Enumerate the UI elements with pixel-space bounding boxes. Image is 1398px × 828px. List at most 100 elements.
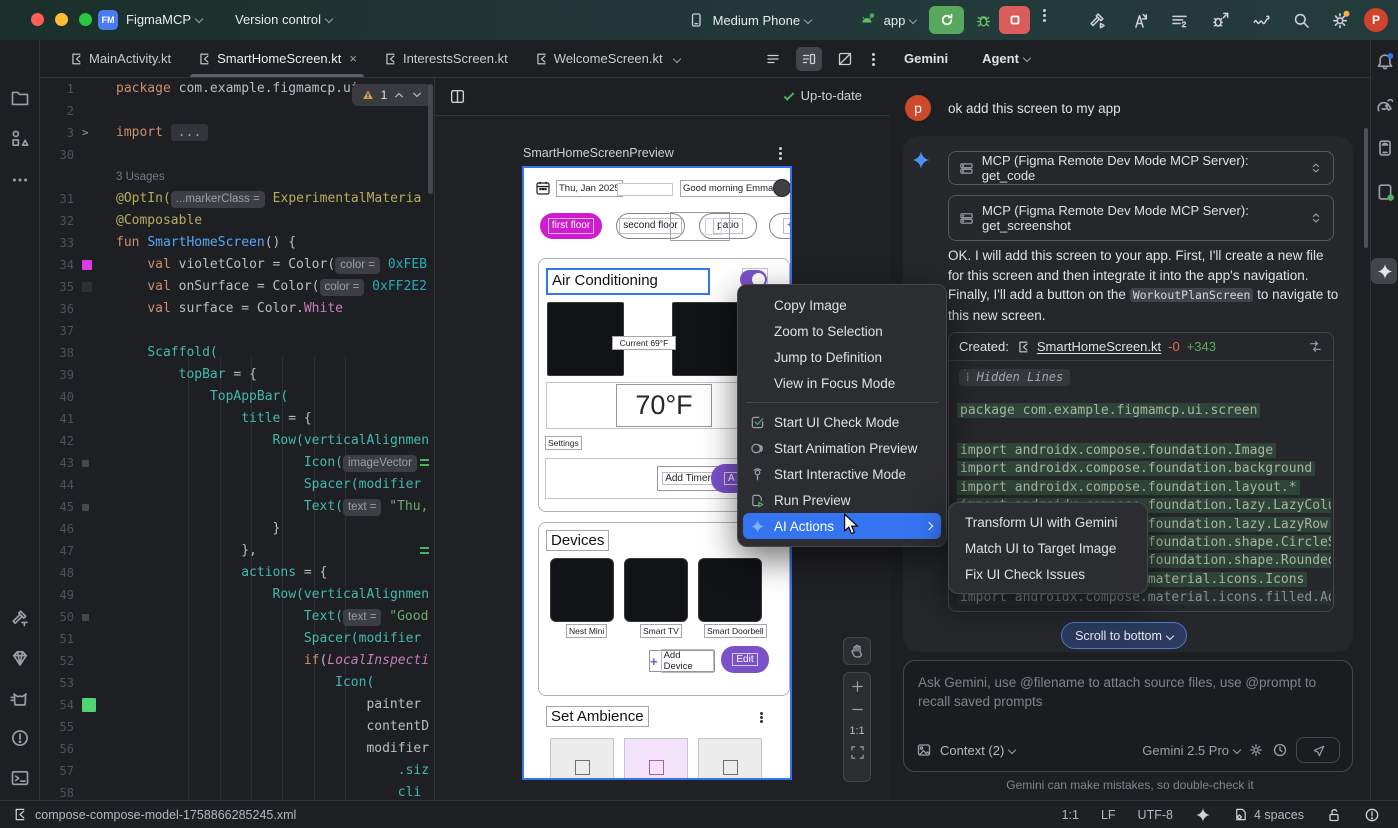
add-device-button[interactable]: +Add Device (649, 650, 715, 672)
fold-arrow-icon[interactable]: > (74, 122, 116, 144)
vcs-menu[interactable]: Version control (235, 12, 332, 27)
chip-add[interactable]: + (769, 213, 792, 239)
tab-interestsscreen[interactable]: InterestsScreen.kt (370, 40, 521, 77)
open-diff-icon[interactable] (1308, 339, 1323, 354)
tab-smarthomescreen[interactable]: SmartHomeScreen.kt × (184, 40, 370, 77)
commit-icon[interactable] (10, 128, 30, 148)
logcat-icon[interactable] (10, 688, 30, 708)
code-editor[interactable]: 1package com.example.figmamcp.ui23>impor… (40, 78, 434, 800)
settings-label[interactable]: Settings (545, 436, 582, 450)
project-folder-icon[interactable] (10, 88, 30, 108)
pan-button[interactable] (843, 637, 871, 665)
line-separator[interactable]: LF (1101, 808, 1116, 822)
user-avatar[interactable]: P (1364, 8, 1388, 32)
context-selector[interactable]: Context (2) (940, 743, 1015, 758)
editor-scrollbar[interactable] (428, 84, 433, 194)
hidden-lines-chip[interactable]: ⁞ Hidden Lines (959, 369, 1070, 386)
attach-debugger-icon[interactable] (1211, 11, 1230, 30)
split-view-button[interactable] (796, 47, 822, 71)
preview-name[interactable]: SmartHomeScreenPreview (523, 146, 674, 160)
device-card[interactable] (698, 558, 762, 622)
debug-button[interactable] (968, 6, 998, 34)
device-card[interactable] (624, 558, 688, 622)
tab-list-chevron-icon[interactable] (672, 54, 680, 62)
unlocked-icon[interactable] (1326, 807, 1342, 823)
zoom-in-icon[interactable] (850, 679, 865, 694)
indent-config[interactable]: 4 spaces (1233, 807, 1304, 822)
menu-item-jump-to-definition[interactable]: Jump to Definition (743, 344, 941, 370)
tool-call-card[interactable]: MCP (Figma Remote Dev Mode MCP Server): … (948, 151, 1334, 185)
menu-item-start-ui-check[interactable]: Start UI Check Mode (743, 409, 941, 435)
project-selector[interactable]: FigmaMCP (126, 12, 202, 27)
expand-collapse-icon[interactable] (1309, 211, 1323, 225)
power-save-icon[interactable] (1364, 807, 1380, 823)
close-tab-icon[interactable]: × (349, 51, 357, 66)
profiler-icon[interactable] (1252, 11, 1271, 30)
running-devices-icon[interactable] (1375, 182, 1395, 202)
editor-options-icon[interactable] (872, 58, 875, 61)
menu-item-start-animation-preview[interactable]: Start Animation Preview (743, 435, 941, 461)
code-view-button[interactable] (760, 47, 786, 71)
zoom-out-icon[interactable] (850, 702, 865, 717)
chat-scrollbar[interactable] (1364, 128, 1368, 248)
tab-mainactivity[interactable]: MainActivity.kt (56, 40, 184, 77)
gemini-status-icon[interactable] (1195, 807, 1211, 823)
menu-item-run-preview[interactable]: Run Preview (743, 487, 941, 513)
prompt-input[interactable]: Ask Gemini, use @filename to attach sour… (903, 660, 1353, 772)
attach-image-icon[interactable] (916, 742, 932, 758)
edit-button[interactable]: Edit (721, 646, 769, 673)
tab-welcomescreen[interactable]: WelcomeScreen.kt (521, 40, 693, 77)
menu-item-fix-ui-check[interactable]: Fix UI Check Issues (954, 561, 1142, 587)
notifications-bell-icon[interactable] (1375, 52, 1395, 72)
usages-hint[interactable]: 3 Usages (116, 171, 165, 183)
ambience-options-icon[interactable] (760, 716, 763, 719)
prev-issue-icon[interactable] (393, 89, 405, 101)
preview-options-icon[interactable] (779, 152, 782, 155)
file-encoding[interactable]: UTF-8 (1138, 808, 1173, 822)
menu-item-start-interactive-mode[interactable]: Start Interactive Mode (743, 461, 941, 487)
app-quality-insights-icon[interactable] (10, 648, 30, 668)
build-run-icon[interactable] (1088, 11, 1107, 30)
created-file-link[interactable]: SmartHomeScreen.kt (1037, 339, 1161, 354)
build-icon[interactable] (10, 608, 30, 628)
close-window-button[interactable] (31, 13, 44, 26)
status-file-path[interactable]: compose-compose-model-1758866285245.xml (35, 808, 296, 822)
device-manager-icon[interactable] (1375, 138, 1395, 158)
terminal-icon[interactable] (10, 768, 30, 788)
model-selector[interactable]: Gemini 2.5 Pro (1142, 743, 1240, 758)
more-run-options-icon[interactable] (1043, 14, 1046, 17)
minimize-window-button[interactable] (55, 13, 68, 26)
add-timer-button[interactable]: Add Timer (657, 466, 719, 491)
send-button[interactable] (1296, 737, 1340, 763)
search-icon[interactable] (1292, 11, 1311, 30)
run-button[interactable] (929, 6, 964, 34)
expand-collapse-icon[interactable] (1309, 161, 1323, 175)
menu-item-zoom-to-selection[interactable]: Zoom to Selection (743, 318, 941, 344)
selection-handle[interactable] (705, 218, 722, 235)
more-tool-windows-icon[interactable] (10, 170, 30, 190)
stop-button[interactable] (999, 6, 1030, 34)
menu-item-transform-ui[interactable]: Transform UI with Gemini (954, 509, 1142, 535)
device-selector[interactable]: Medium Phone (688, 12, 811, 28)
zoom-ratio-label[interactable]: 1:1 (849, 725, 864, 737)
tool-call-card[interactable]: MCP (Figma Remote Dev Mode MCP Server):g… (948, 195, 1334, 241)
next-issue-icon[interactable] (411, 89, 423, 101)
menu-item-match-ui[interactable]: Match UI to Target Image (954, 535, 1142, 561)
maximize-window-button[interactable] (79, 13, 92, 26)
run-config-selector[interactable]: app (858, 12, 916, 28)
preview-layout-icon[interactable] (449, 88, 466, 105)
cursor-position[interactable]: 1:1 (1062, 808, 1079, 822)
chat-settings-icon[interactable] (1248, 742, 1264, 758)
settings-gear-icon[interactable] (1330, 10, 1350, 30)
scroll-to-bottom-button[interactable]: Scroll to bottom (1061, 622, 1187, 649)
device-card[interactable] (550, 558, 614, 622)
menu-item-copy-image[interactable]: Copy Image (743, 292, 941, 318)
inspection-widget[interactable]: 1 (352, 84, 432, 106)
design-view-button[interactable] (832, 47, 858, 71)
apply-changes-icon[interactable] (1130, 11, 1149, 30)
fit-screen-icon[interactable] (850, 745, 865, 760)
agent-mode-selector[interactable]: Agent (982, 51, 1030, 66)
problems-icon[interactable] (10, 728, 30, 748)
gemini-sparkle-icon[interactable] (1376, 263, 1393, 280)
menu-item-view-in-focus-mode[interactable]: View in Focus Mode (743, 370, 941, 396)
